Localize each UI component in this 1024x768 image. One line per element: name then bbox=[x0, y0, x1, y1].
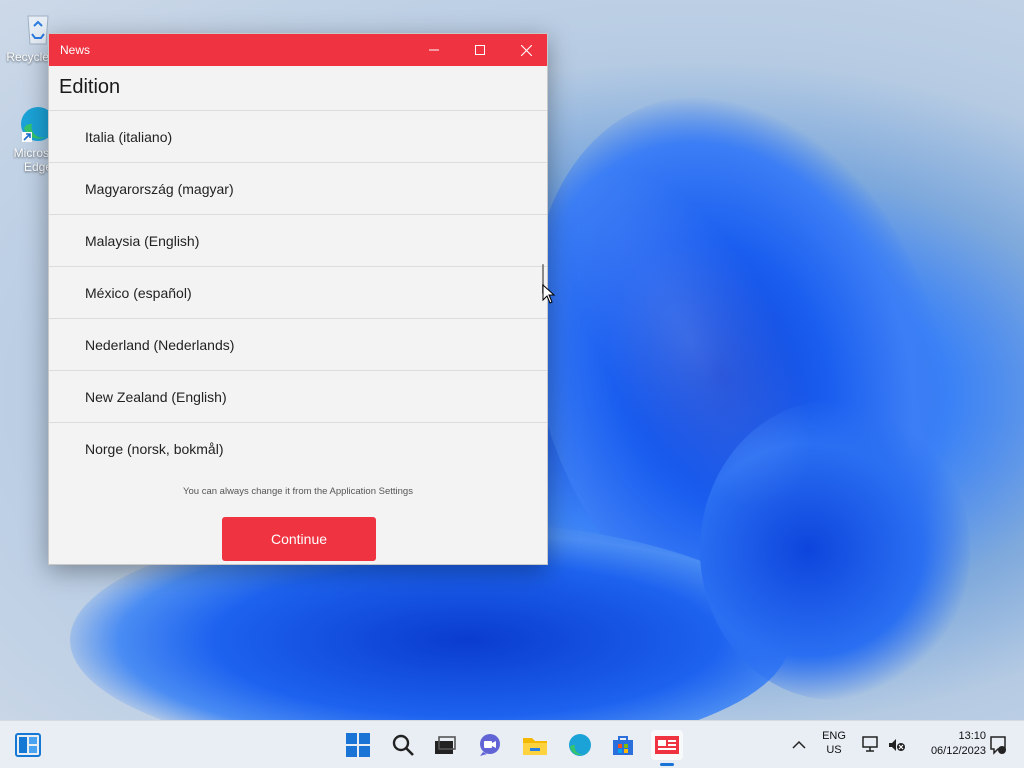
cursor-icon bbox=[542, 283, 556, 304]
volume-button[interactable] bbox=[884, 730, 910, 760]
edition-item[interactable]: Nederland (Nederlands) bbox=[49, 319, 547, 371]
edge-icon bbox=[569, 734, 591, 756]
task-view-button[interactable] bbox=[430, 730, 460, 760]
chevron-up-icon bbox=[792, 740, 806, 749]
title-bar[interactable]: News bbox=[49, 34, 547, 66]
taskbar: ENG US 13:10 06/12/2023 bbox=[0, 720, 1024, 768]
widgets-icon bbox=[15, 733, 41, 757]
continue-button[interactable]: Continue bbox=[222, 517, 376, 561]
page-title: Edition bbox=[49, 66, 547, 111]
task-view-icon bbox=[435, 736, 456, 754]
notifications-button[interactable] bbox=[986, 730, 1010, 760]
edition-list: Italia (italiano) Magyarország (magyar) … bbox=[49, 111, 547, 474]
input-language-indicator[interactable]: ENG US bbox=[816, 730, 852, 756]
chat-icon bbox=[480, 734, 500, 756]
search-icon bbox=[392, 734, 414, 756]
chat-button[interactable] bbox=[475, 730, 505, 760]
news-window: News Edition Italia (italiano) Magyarors… bbox=[48, 33, 548, 565]
edge-taskbar-button[interactable] bbox=[565, 730, 595, 760]
search-button[interactable] bbox=[388, 730, 418, 760]
network-disconnected-icon bbox=[862, 736, 878, 752]
edition-item[interactable]: Malaysia (English) bbox=[49, 215, 547, 267]
notification-icon bbox=[990, 736, 1006, 755]
close-icon bbox=[520, 44, 532, 56]
settings-hint: You can always change it from the Applic… bbox=[183, 486, 413, 497]
volume-muted-icon bbox=[889, 739, 905, 751]
show-hidden-icons-button[interactable] bbox=[786, 730, 812, 760]
news-app-button[interactable] bbox=[651, 730, 683, 760]
minimize-button[interactable] bbox=[411, 34, 457, 66]
edition-item[interactable]: Italia (italiano) bbox=[49, 111, 547, 163]
edition-item[interactable]: Magyarország (magyar) bbox=[49, 163, 547, 215]
region-label: US bbox=[826, 744, 842, 756]
store-button[interactable] bbox=[608, 730, 638, 760]
mouse-cursor bbox=[542, 283, 556, 309]
folder-icon bbox=[523, 738, 547, 755]
network-button[interactable] bbox=[858, 730, 886, 760]
language-label: ENG bbox=[822, 730, 846, 742]
edition-item[interactable]: New Zealand (English) bbox=[49, 371, 547, 423]
maximize-button[interactable] bbox=[457, 34, 503, 66]
clock-date: 06/12/2023 bbox=[930, 745, 986, 757]
clock[interactable]: 13:10 06/12/2023 bbox=[914, 730, 986, 757]
edition-item[interactable]: Norge (norsk, bokmål) bbox=[49, 423, 547, 474]
minimize-icon bbox=[429, 49, 439, 51]
file-explorer-button[interactable] bbox=[520, 730, 550, 760]
widgets-button[interactable] bbox=[13, 730, 43, 760]
news-icon bbox=[655, 736, 679, 754]
start-button[interactable] bbox=[343, 730, 373, 760]
close-button[interactable] bbox=[503, 34, 549, 66]
window-title: News bbox=[60, 43, 91, 57]
edition-item[interactable]: México (español) bbox=[49, 267, 547, 319]
windows-start-icon bbox=[346, 733, 370, 757]
clock-time: 13:10 bbox=[958, 730, 986, 742]
store-icon bbox=[613, 736, 633, 755]
active-app-indicator bbox=[660, 763, 674, 766]
maximize-icon bbox=[475, 45, 485, 55]
